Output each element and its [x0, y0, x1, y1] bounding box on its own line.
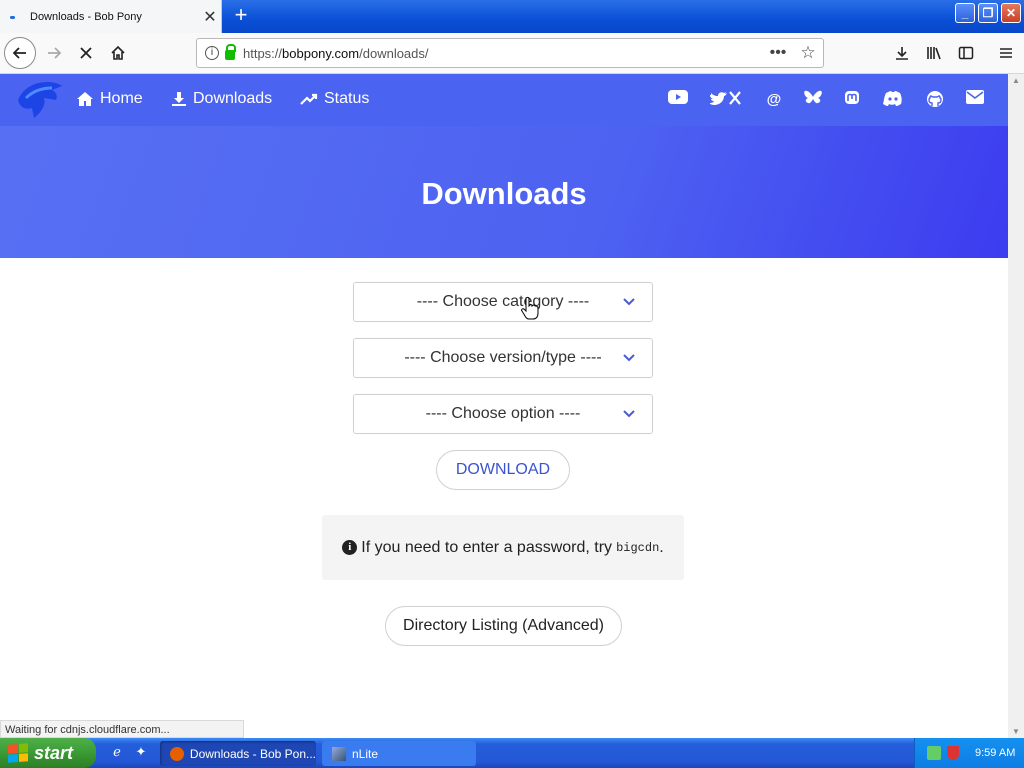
- taskbar-item-nlite[interactable]: nLite: [322, 741, 476, 766]
- taskbar-item-label: Downloads - Bob Pon...: [189, 746, 316, 761]
- version-select[interactable]: ---- Choose version/type ----: [353, 338, 653, 378]
- navigation-toolbar: i https://bobpony.com/downloads/ ••• ☆: [0, 33, 1024, 74]
- chevron-down-icon: [623, 354, 635, 362]
- lock-icon: [225, 44, 236, 60]
- directory-listing-button[interactable]: Directory Listing (Advanced): [385, 606, 622, 646]
- chevron-down-icon: [623, 298, 635, 306]
- stop-icon: [80, 47, 92, 59]
- library-icon: [927, 47, 941, 60]
- bluesky-icon[interactable]: [802, 90, 824, 110]
- site-logo[interactable]: [12, 78, 64, 124]
- tab-strip: Downloads - Bob Pony ✕ + _ ❐ ✕: [0, 0, 1024, 33]
- home-button[interactable]: [102, 37, 134, 69]
- nav-home[interactable]: Home: [76, 90, 143, 108]
- quicklaunch-ie-icon[interactable]: ℯ: [108, 744, 126, 762]
- tab-title: Downloads - Bob Pony: [30, 10, 142, 23]
- url-bar[interactable]: i https://bobpony.com/downloads/ ••• ☆: [196, 38, 824, 68]
- minimize-button[interactable]: _: [955, 3, 975, 23]
- close-window-button[interactable]: ✕: [1001, 3, 1021, 23]
- nav-home-label: Home: [100, 90, 143, 107]
- hand-cursor-icon: [521, 296, 539, 320]
- start-button[interactable]: start: [0, 738, 96, 768]
- notice-text: If you need to enter a password, try: [361, 538, 613, 556]
- windows-flag-icon: [8, 743, 28, 763]
- tab-close-icon[interactable]: ✕: [199, 7, 221, 27]
- arrow-left-icon: [12, 47, 26, 59]
- security-shield-icon[interactable]: [947, 746, 959, 760]
- tab-downloads[interactable]: Downloads - Bob Pony ✕: [0, 0, 222, 33]
- firefox-icon: [170, 746, 184, 761]
- trending-icon: [300, 93, 318, 105]
- scroll-down-icon[interactable]: ▼: [1012, 727, 1020, 736]
- downloads-button[interactable]: [886, 37, 918, 69]
- start-label: start: [34, 742, 74, 763]
- info-icon: i: [342, 540, 358, 555]
- taskbar-item-firefox[interactable]: Downloads - Bob Pon...: [160, 741, 316, 766]
- nav-downloads[interactable]: Downloads: [171, 90, 272, 108]
- home-icon: [111, 45, 125, 60]
- hamburger-icon: [1000, 48, 1012, 58]
- chevron-down-icon: [623, 410, 635, 418]
- arrow-right-icon: [48, 47, 62, 59]
- youtube-icon[interactable]: [667, 90, 689, 110]
- restore-button[interactable]: ❐: [978, 3, 998, 23]
- bookmark-star-icon[interactable]: ☆: [793, 43, 823, 63]
- page-actions-icon[interactable]: •••: [763, 44, 793, 62]
- category-select[interactable]: ---- Choose category ----: [353, 282, 653, 322]
- option-select-value: ---- Choose option ----: [425, 405, 581, 422]
- nav-status[interactable]: Status: [300, 90, 369, 108]
- category-select-value: ---- Choose category ----: [416, 293, 590, 310]
- url-text[interactable]: https://bobpony.com/downloads/: [243, 46, 763, 61]
- mastodon-icon[interactable]: [841, 90, 863, 110]
- sidebar-button[interactable]: [950, 37, 982, 69]
- menu-button[interactable]: [990, 37, 1022, 69]
- stop-button[interactable]: [70, 37, 102, 69]
- taskbar: start ℯ ✦ Downloads - Bob Pon... nLite 9…: [0, 738, 1024, 768]
- nav-status-label: Status: [324, 90, 370, 107]
- threads-icon[interactable]: @: [763, 90, 785, 110]
- x-twitter-icon[interactable]: [709, 90, 744, 110]
- taskbar-item-label: nLite: [352, 746, 379, 761]
- email-icon[interactable]: [964, 90, 986, 110]
- library-button[interactable]: [918, 37, 950, 69]
- nlite-icon: [332, 746, 346, 761]
- favicon-icon: [8, 12, 22, 22]
- home-icon: [77, 92, 93, 106]
- page-scrollbar[interactable]: ▲ ▼: [1008, 74, 1024, 738]
- back-button[interactable]: [4, 37, 36, 69]
- notice-period: .: [659, 538, 664, 556]
- github-icon[interactable]: [924, 90, 946, 110]
- quicklaunch-app-icon[interactable]: ✦: [132, 744, 150, 762]
- nav-downloads-label: Downloads: [193, 90, 273, 107]
- hero-banner: Downloads: [0, 126, 1008, 258]
- forward-button[interactable]: [38, 37, 70, 69]
- site-header: Home Downloads Status @: [0, 74, 1008, 126]
- scroll-up-icon[interactable]: ▲: [1012, 76, 1020, 85]
- password-notice: i If you need to enter a password, try b…: [322, 515, 684, 580]
- option-select[interactable]: ---- Choose option ----: [353, 394, 653, 434]
- notice-password-code: bigcdn: [616, 540, 660, 555]
- network-icon[interactable]: [927, 746, 941, 760]
- clock[interactable]: 9:59 AM: [975, 747, 1015, 759]
- download-icon: [896, 47, 908, 60]
- site-info-icon[interactable]: i: [205, 46, 219, 60]
- download-button[interactable]: DOWNLOAD: [436, 450, 570, 490]
- discord-icon[interactable]: [882, 90, 904, 110]
- page-title: Downloads: [421, 176, 587, 211]
- version-select-value: ---- Choose version/type ----: [404, 349, 602, 366]
- new-tab-button[interactable]: +: [230, 4, 252, 28]
- browser-status-text: Waiting for cdnjs.cloudflare.com...: [0, 720, 244, 738]
- sidebar-icon: [958, 46, 974, 60]
- download-icon: [172, 92, 186, 106]
- system-tray: 9:59 AM: [914, 738, 1024, 768]
